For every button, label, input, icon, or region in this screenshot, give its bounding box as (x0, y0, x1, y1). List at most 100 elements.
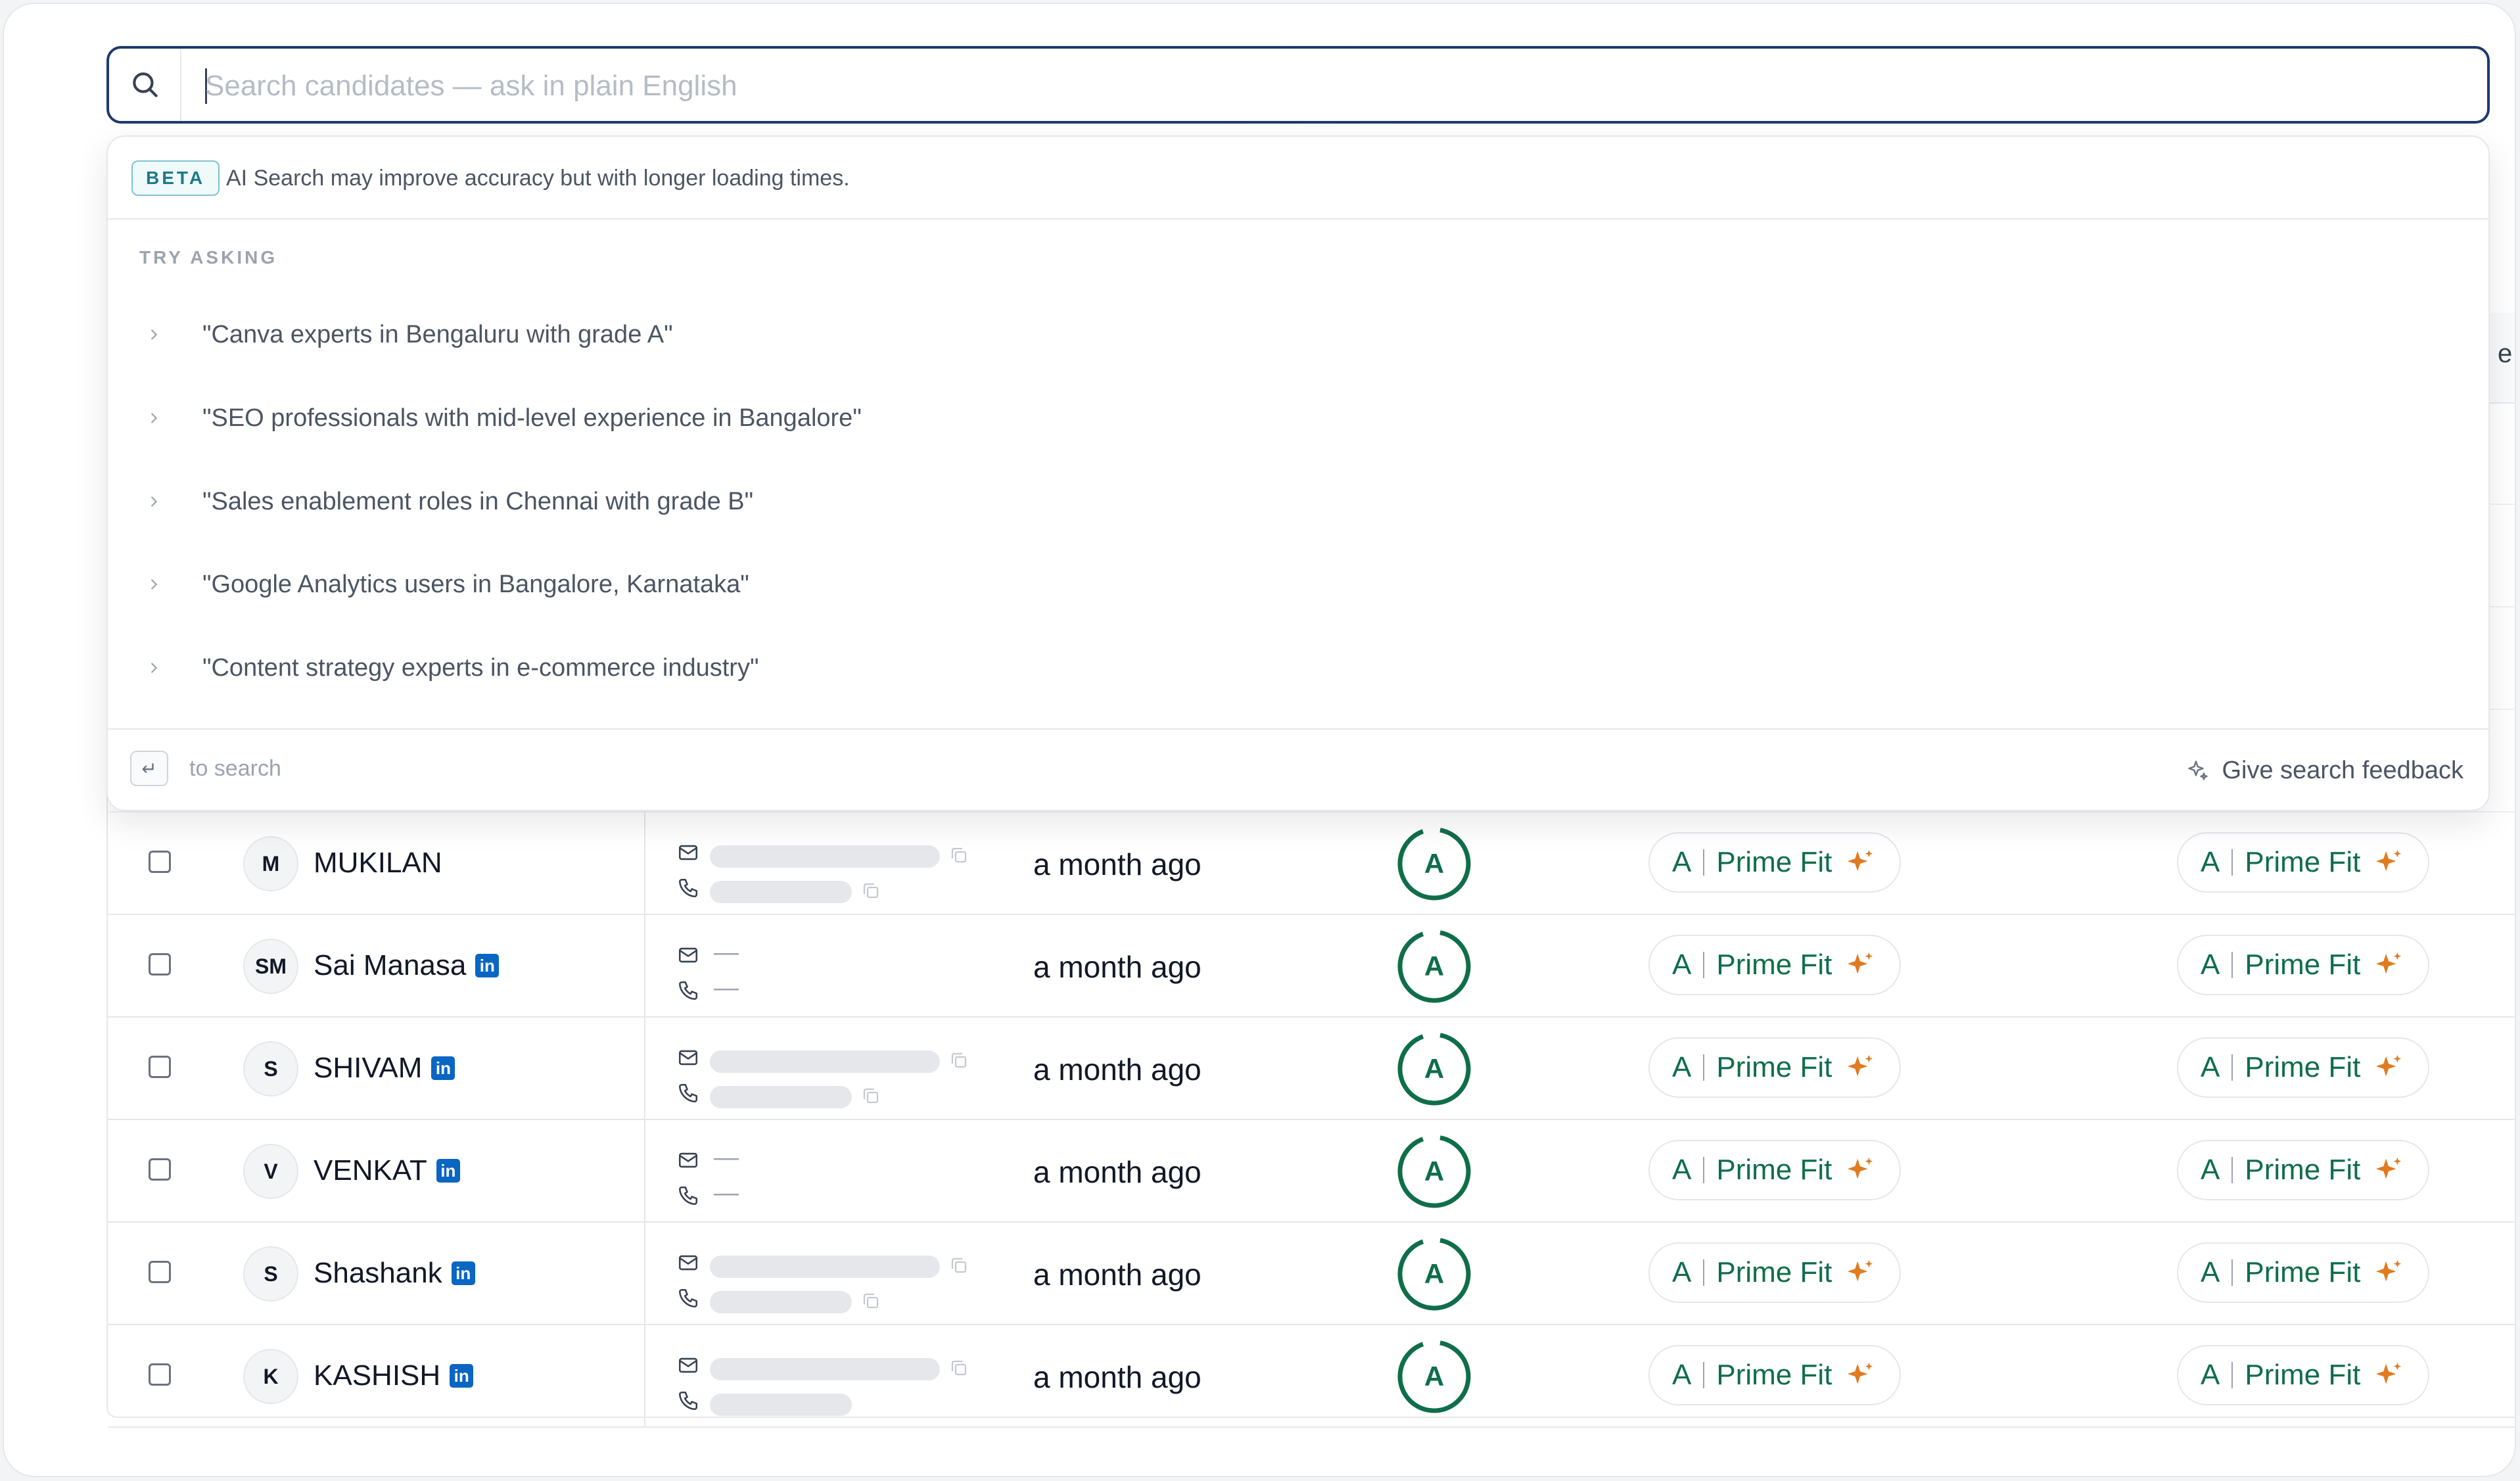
fit-badge[interactable]: A Prime Fit (2177, 1140, 2429, 1200)
fit-separator (1703, 1259, 1705, 1286)
linkedin-icon[interactable]: in (475, 954, 500, 977)
fit-label: Prime Fit (2245, 949, 2361, 981)
copy-icon[interactable] (949, 1256, 969, 1275)
suggestion-item[interactable]: "Canva experts in Bengaluru with grade A… (134, 305, 1317, 364)
copy-icon[interactable] (949, 845, 969, 865)
table-row[interactable]: S Shashank in a month ago A A Prime Fit (108, 1223, 2515, 1325)
row-checkbox[interactable] (149, 1363, 171, 1386)
fit-badge[interactable]: A Prime Fit (1648, 935, 1901, 995)
linkedin-icon[interactable]: in (431, 1056, 455, 1080)
phone-icon (678, 1083, 698, 1103)
suggestion-item[interactable]: "SEO professionals with mid-level experi… (134, 388, 1317, 448)
fit-badge[interactable]: A Prime Fit (2177, 1242, 2429, 1303)
enter-hint-text: to search (189, 756, 281, 781)
phone-cell: — (677, 1179, 953, 1211)
table-row[interactable]: SM Sai Manasa in — — a month ago A A Pri… (108, 915, 2515, 1018)
email-cell (677, 1354, 967, 1380)
dropdown-footer: ↵ to search Give search feedback (108, 728, 2488, 812)
sparkle-icon (1848, 1157, 1873, 1179)
table-row[interactable]: S SHIVAM in a month ago A A Prime Fit A … (108, 1018, 2515, 1120)
grade-ring: A (1396, 1133, 1472, 1210)
suggestion-item[interactable]: "Content strategy experts in e-commerce … (134, 638, 1317, 697)
sparkle-icon (2376, 952, 2402, 974)
last-updated: a month ago (1033, 1155, 1202, 1189)
linkedin-icon[interactable]: in (451, 1261, 475, 1285)
phone-icon (678, 1288, 698, 1308)
grade-letter: A (1424, 1361, 1445, 1392)
fit-badge[interactable]: A Prime Fit (1648, 1037, 1901, 1098)
suggestion-item[interactable]: "Sales enablement roles in Chennai with … (134, 472, 1317, 531)
fit-grade: A (2201, 1256, 2220, 1288)
grade-ring: A (1396, 1031, 1472, 1107)
beta-notice-text: AI Search may improve accuracy but with … (226, 166, 850, 191)
email-cell: — (677, 939, 953, 970)
candidate-name-text: Sai Manasa (314, 949, 467, 981)
column-divider (644, 812, 645, 914)
fit-label: Prime Fit (1716, 1051, 1832, 1083)
linkedin-icon[interactable]: in (436, 1159, 460, 1183)
try-asking-heading: TRY ASKING (139, 247, 278, 268)
last-updated: a month ago (1033, 847, 1202, 882)
copy-icon[interactable] (861, 1291, 881, 1311)
copy-icon[interactable] (861, 881, 881, 901)
fit-grade: A (2201, 1051, 2220, 1083)
app-window: e M MUKILAN a month ago A A Prime Fit A … (3, 3, 2516, 1477)
sparkle-icon (2376, 1362, 2402, 1384)
email-redacted (710, 1050, 940, 1073)
linkedin-icon[interactable]: in (450, 1364, 474, 1388)
fit-separator (2231, 1054, 2233, 1081)
avatar: S (243, 1246, 298, 1302)
candidate-name[interactable]: Shashank in (314, 1257, 475, 1290)
grade-letter: A (1424, 951, 1445, 981)
chevron-right-icon (134, 577, 174, 592)
fit-badge[interactable]: A Prime Fit (2177, 1345, 2429, 1405)
copy-icon[interactable] (949, 1358, 969, 1378)
suggestion-text: "Content strategy experts in e-commerce … (202, 653, 759, 682)
avatar: SM (243, 939, 298, 994)
email-cell (677, 1046, 967, 1073)
suggestion-text: "Sales enablement roles in Chennai with … (202, 487, 754, 515)
mail-icon (678, 947, 698, 963)
row-checkbox[interactable] (149, 1158, 171, 1181)
fit-badge[interactable]: A Prime Fit (1648, 1242, 1901, 1303)
row-checkbox[interactable] (149, 851, 171, 873)
phone-redacted (710, 1394, 852, 1416)
sparkle-icon (2376, 849, 2402, 872)
phone-icon (678, 878, 698, 898)
fit-badge[interactable]: A Prime Fit (2177, 935, 2429, 995)
email-cell (677, 841, 967, 868)
row-checkbox[interactable] (149, 1056, 171, 1078)
table-row[interactable]: K KASHISH in a month ago A A Prime Fit A… (108, 1325, 2515, 1428)
search-bar[interactable] (106, 46, 2490, 124)
row-checkbox[interactable] (149, 953, 171, 976)
fit-badge[interactable]: A Prime Fit (2177, 832, 2429, 893)
candidate-name[interactable]: KASHISH in (314, 1359, 474, 1392)
fit-badge[interactable]: A Prime Fit (2177, 1037, 2429, 1098)
avatar: M (243, 836, 298, 891)
candidate-name[interactable]: VENKAT in (314, 1154, 460, 1187)
row-checkbox[interactable] (149, 1261, 171, 1283)
copy-icon[interactable] (861, 1086, 881, 1106)
copy-icon[interactable] (949, 1050, 969, 1070)
give-feedback-button[interactable]: Give search feedback (2186, 752, 2463, 789)
candidate-name[interactable]: MUKILAN (314, 847, 442, 880)
search-icon (133, 72, 158, 97)
table-row[interactable]: M MUKILAN a month ago A A Prime Fit A Pr… (108, 812, 2515, 915)
chevron-right-icon (134, 661, 174, 675)
candidate-name[interactable]: Sai Manasa in (314, 949, 500, 982)
chevron-right-icon (134, 411, 174, 425)
search-divider (180, 49, 181, 121)
mail-icon (678, 1255, 698, 1271)
fit-grade: A (2201, 1154, 2220, 1186)
search-input[interactable] (204, 59, 2454, 113)
fit-badge[interactable]: A Prime Fit (1648, 832, 1901, 893)
feedback-label: Give search feedback (2222, 756, 2463, 784)
email-redacted (710, 1358, 940, 1380)
fit-badge[interactable]: A Prime Fit (1648, 1345, 1901, 1405)
phone-cell (677, 877, 953, 903)
fit-badge[interactable]: A Prime Fit (1648, 1140, 1901, 1200)
candidate-name[interactable]: SHIVAM in (314, 1052, 455, 1085)
suggestion-item[interactable]: "Google Analytics users in Bangalore, Ka… (134, 555, 1317, 614)
table-row[interactable]: V VENKAT in — — a month ago A A Prime Fi… (108, 1120, 2515, 1223)
fit-grade: A (1672, 1256, 1692, 1288)
